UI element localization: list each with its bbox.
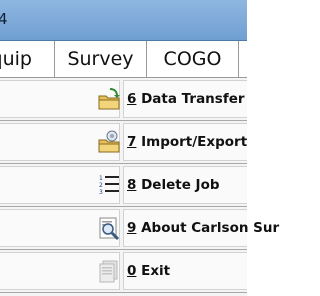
menu-row-about: 9 About Carlson Sur (0, 207, 279, 250)
delete-job-label: 8 Delete Job (127, 164, 220, 207)
svg-text:3: 3 (99, 189, 103, 196)
about-text: About Carlson Sur (136, 220, 280, 236)
menu-row-import-export: 7 Import/Export (0, 121, 247, 164)
exit-icon (99, 260, 118, 283)
about-number: 9 (127, 220, 137, 236)
svg-text:1: 1 (99, 175, 103, 182)
import-export-label: 7 Import/Export (127, 121, 247, 164)
tab-cogo[interactable]: COGO (147, 41, 239, 77)
data-transfer-icon (98, 88, 120, 110)
import-export-text: Import/Export (136, 134, 248, 150)
delete-job-text: Delete Job (136, 177, 220, 193)
tab-equip[interactable]: quip (0, 41, 55, 77)
tab-survey[interactable]: Survey (55, 41, 147, 77)
exit-label: 0 Exit (127, 250, 170, 293)
delete-job-number: 8 (127, 177, 137, 193)
data-transfer-label: 6 Data Transfer (127, 78, 245, 121)
menu-row-data-transfer: 6 Data Transfer (0, 78, 247, 121)
exit-text: Exit (136, 263, 171, 279)
svg-text:2: 2 (99, 182, 103, 189)
exit-number: 0 (127, 263, 137, 279)
data-transfer-number: 6 (127, 91, 137, 107)
title-bar: 4 (0, 0, 247, 41)
menu-row-delete-job: 1 2 3 8 Delete Job (0, 164, 247, 207)
file-menu: 6 Data Transfer 7 Import/Export 1 2 3 8 … (0, 78, 279, 296)
delete-job-icon: 1 2 3 (99, 175, 119, 196)
data-transfer-text: Data Transfer (136, 91, 245, 107)
tab-next[interactable] (239, 41, 247, 77)
menu-row-exit: 0 Exit (0, 250, 247, 293)
about-icon (99, 217, 120, 241)
import-export-icon (98, 130, 120, 153)
tab-bar: quip Survey COGO (0, 41, 247, 78)
import-export-number: 7 (127, 134, 137, 150)
about-label: 9 About Carlson Sur (127, 207, 279, 250)
window-title: 4 (0, 10, 8, 28)
